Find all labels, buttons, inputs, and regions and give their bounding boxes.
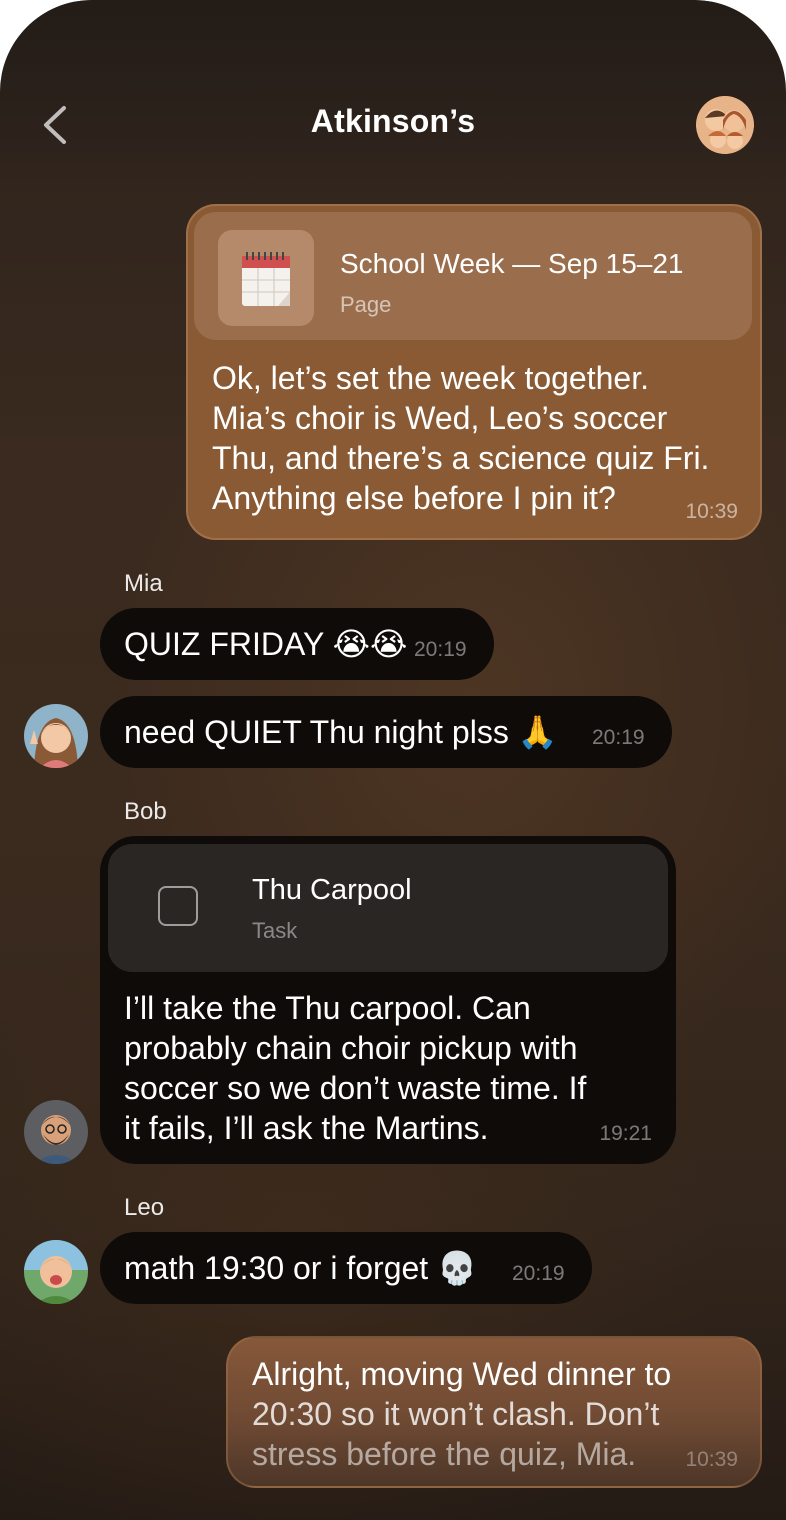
attachment-type: Page [340,292,392,317]
task-attachment[interactable]: Thu Carpool Task [108,844,668,972]
message-text: QUIZ FRIDAY 😭😭 [124,626,408,662]
message-time: 10:39 [685,1448,738,1471]
message-text: Ok, let’s set the week together. Mia’s c… [212,360,710,516]
incoming-message[interactable]: need QUIET Thu night plss 🙏 20:19 [100,696,672,768]
message-time: 20:19 [512,1262,565,1285]
chat-title: Atkinson’s [310,103,476,139]
message-text: math 19:30 or i forget 💀 [124,1250,477,1286]
bob-avatar[interactable] [24,1100,88,1164]
message-text: need QUIET Thu night plss 🙏 [124,714,558,750]
outgoing-message[interactable]: Alright, moving Wed dinner to 20:30 so i… [226,1336,762,1488]
message-time: 20:19 [414,638,467,661]
message-time: 19:21 [599,1122,652,1145]
mia-avatar[interactable] [24,704,88,768]
message-text: I’ll take the Thu carpool. Can probably … [124,990,587,1146]
sender-name: Bob [124,798,167,825]
message-time: 10:39 [685,500,738,523]
calendar-icon [218,230,314,326]
task-type: Task [252,918,298,943]
message-time: 20:19 [592,726,645,749]
chat-screen: Atkinson’s School Week — Sep 15–21 Page … [0,0,786,1520]
leo-avatar[interactable] [24,1240,88,1304]
incoming-message[interactable]: math 19:30 or i forget 💀 20:19 [100,1232,592,1304]
incoming-message[interactable]: QUIZ FRIDAY 😭😭 20:19 [100,608,494,680]
sender-name: Leo [124,1194,165,1221]
attachment-title: School Week — Sep 15–21 [340,248,684,279]
page-attachment[interactable]: School Week — Sep 15–21 Page [194,212,752,340]
task-title: Thu Carpool [252,874,412,906]
chat-header: Atkinson’s [0,0,786,180]
group-avatar[interactable] [696,96,754,154]
message-text: Alright, moving Wed dinner to 20:30 so i… [252,1356,672,1472]
task-checkbox[interactable] [158,886,198,926]
incoming-message[interactable]: Thu Carpool Task I’ll take the Thu carpo… [100,836,676,1164]
outgoing-message[interactable]: School Week — Sep 15–21 Page Ok, let’s s… [186,204,762,540]
sender-name: Mia [124,570,163,597]
